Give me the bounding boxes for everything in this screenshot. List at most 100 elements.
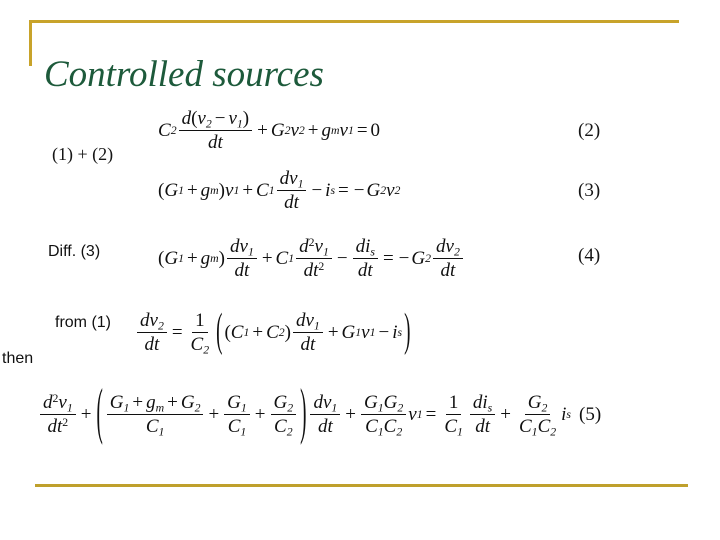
eq5-r3-C2-sub: 2 [550,425,557,439]
eq5-b3-C: C [274,416,287,438]
eqf-dv1: dv [295,310,314,331]
eq5-r2-den: dt [475,416,490,438]
eq5-plus-2: + [208,403,220,425]
eq5-t1-dt: dt [47,416,63,438]
eq5-r2-di: di [472,392,488,413]
eq4-f3-di-sub: s [370,245,375,259]
eq4-f2-num: d2v1 [296,236,332,260]
eqf-C2b: C [266,321,279,343]
eq4-f2-den: dt2 [301,259,328,281]
eqf-one: 1 [192,310,208,334]
eq5-b1-C: C [145,416,159,438]
eq5-t2-dv-sub: 1 [331,401,338,415]
eq2-G: G [270,119,285,141]
eq4-f2-d: d [299,236,309,257]
eq3-plus-2: + [242,179,254,201]
eq3-frac-num: dv1 [276,168,307,192]
eq5-plus-5: + [500,403,511,425]
eq4-f3-di: di [355,236,371,257]
eq5-t1-den: dt2 [45,415,72,437]
eq5-b1-den: C1 [143,415,168,439]
eqf-G1: G [341,321,356,343]
eq5-t2-den: dt [317,416,333,438]
eqf-dv1-sub: 1 [313,319,320,333]
eqf-dv2-sub: 2 [157,319,164,333]
eq-number-5: (5) [579,403,602,425]
eq3-derivative-fraction: dv1 dt [276,168,307,214]
eq5-second-derivative: d2v1 dt2 [40,392,76,438]
eq2-v2-sub: 2 [205,117,212,131]
eq5-r3-C2: C [537,416,551,438]
eq2-v: v [290,119,299,141]
equation-2: C2 d(v2− v1) dt + G2v2 + gmv1 = 0 [158,108,381,154]
eqf-lhs-den: dt [144,334,160,356]
eq4-f4-dv-sub: 2 [453,245,460,259]
eq4-f2-dt-sup: 2 [318,260,325,274]
eq5-r3-G2-sub: 2 [541,401,548,415]
eq3-plus: + [186,179,198,201]
eq4-f3-num: dis [352,236,378,260]
eq2-v2: v [197,108,206,129]
annotation-sum: (1) + (2) [52,144,114,164]
eq5-b1-C-sub: 1 [158,425,165,439]
annotation-then: then [2,350,34,367]
bottom-gold-rule [35,484,688,487]
eq2-equals: = [356,119,368,141]
eq4-f4-dv: dv [436,236,454,257]
eq4-f3-den: dt [357,260,373,282]
eq5-b2-G-sub: 1 [240,401,247,415]
eq2-derivative-fraction: d(v2− v1) dt [178,108,253,154]
eq5-t1-v: v [58,392,67,413]
eq4-close: ) [218,247,225,269]
eq5-r3-G2: G [527,392,542,413]
eq2-d: d [181,108,192,129]
eq5-r3-C1: C [518,416,532,438]
eq3-equals: = [338,179,349,201]
annotation-diff: Diff. (3) [48,243,101,260]
eq2-g: g [321,119,332,141]
eq2-plus-2: + [307,119,319,141]
eq4-G2: G [411,247,426,269]
eq3-neg: − [353,179,365,201]
eq4-g: g [200,247,211,269]
eqf-C2-sub: 2 [203,343,210,357]
eq5-one-over-c1: 1 C1 [441,392,466,438]
eq4-f1-num: dv1 [227,236,257,260]
eq5-plus-1: + [80,403,92,425]
eq2-frac-num: d(v2− v1) [178,108,253,132]
eqf-C2: C [190,334,204,356]
eq2-minus: − [214,108,226,129]
eq5-b1-G2-sub: 2 [194,401,201,415]
eq4-minus: − [336,247,348,269]
eq5-b3-G-sub: 2 [287,401,294,415]
eq-number-4: (4) [578,245,601,266]
eq5-t3-num: G1G2 [361,392,407,416]
eq3-v2: v [386,179,395,201]
eqf-one-over-c2: 1 C2 [188,310,213,356]
eq3-frac-den: dt [284,192,299,214]
eq3-v: v [225,179,234,201]
eq5-r3-den: C1C2 [516,415,559,439]
eq5-t3-v: v [408,403,417,425]
eq5-b2-C-sub: 1 [240,425,247,439]
eq5-b1-g: g [146,392,156,413]
eq3-dv: dv [279,168,298,189]
eq5-r1-C: C [444,416,457,438]
eq-number-2: (2) [578,120,601,141]
eq5-t2-num: dv1 [310,392,341,416]
eq5-left-paren: ( [96,378,103,448]
eq4-f1-den: dt [234,260,250,282]
eq4-f2-v-sub: 1 [322,245,329,259]
eqf-dv1-dt: dv1 dt [292,310,323,356]
eq2-zero: 0 [370,119,381,141]
equation-from-1: dv2 dt = 1 C2 ( (C 1 + C 2) dv1 dt + G1v1 − … [135,306,412,357]
eq4-f2-v: v [314,236,323,257]
eqf-minus: − [378,321,390,343]
eq3-dv-sub: 1 [297,177,304,191]
eq4-frac-3: dis dt [352,236,378,282]
eq2-frac-den: dt [207,132,223,154]
eqf-f-den: dt [300,334,316,356]
eq4-C: C [275,247,289,269]
eq4-f2-dt: dt [303,260,319,282]
slide-canvas: Controlled sources (1) + (2) Diff. (3) f… [0,0,720,540]
